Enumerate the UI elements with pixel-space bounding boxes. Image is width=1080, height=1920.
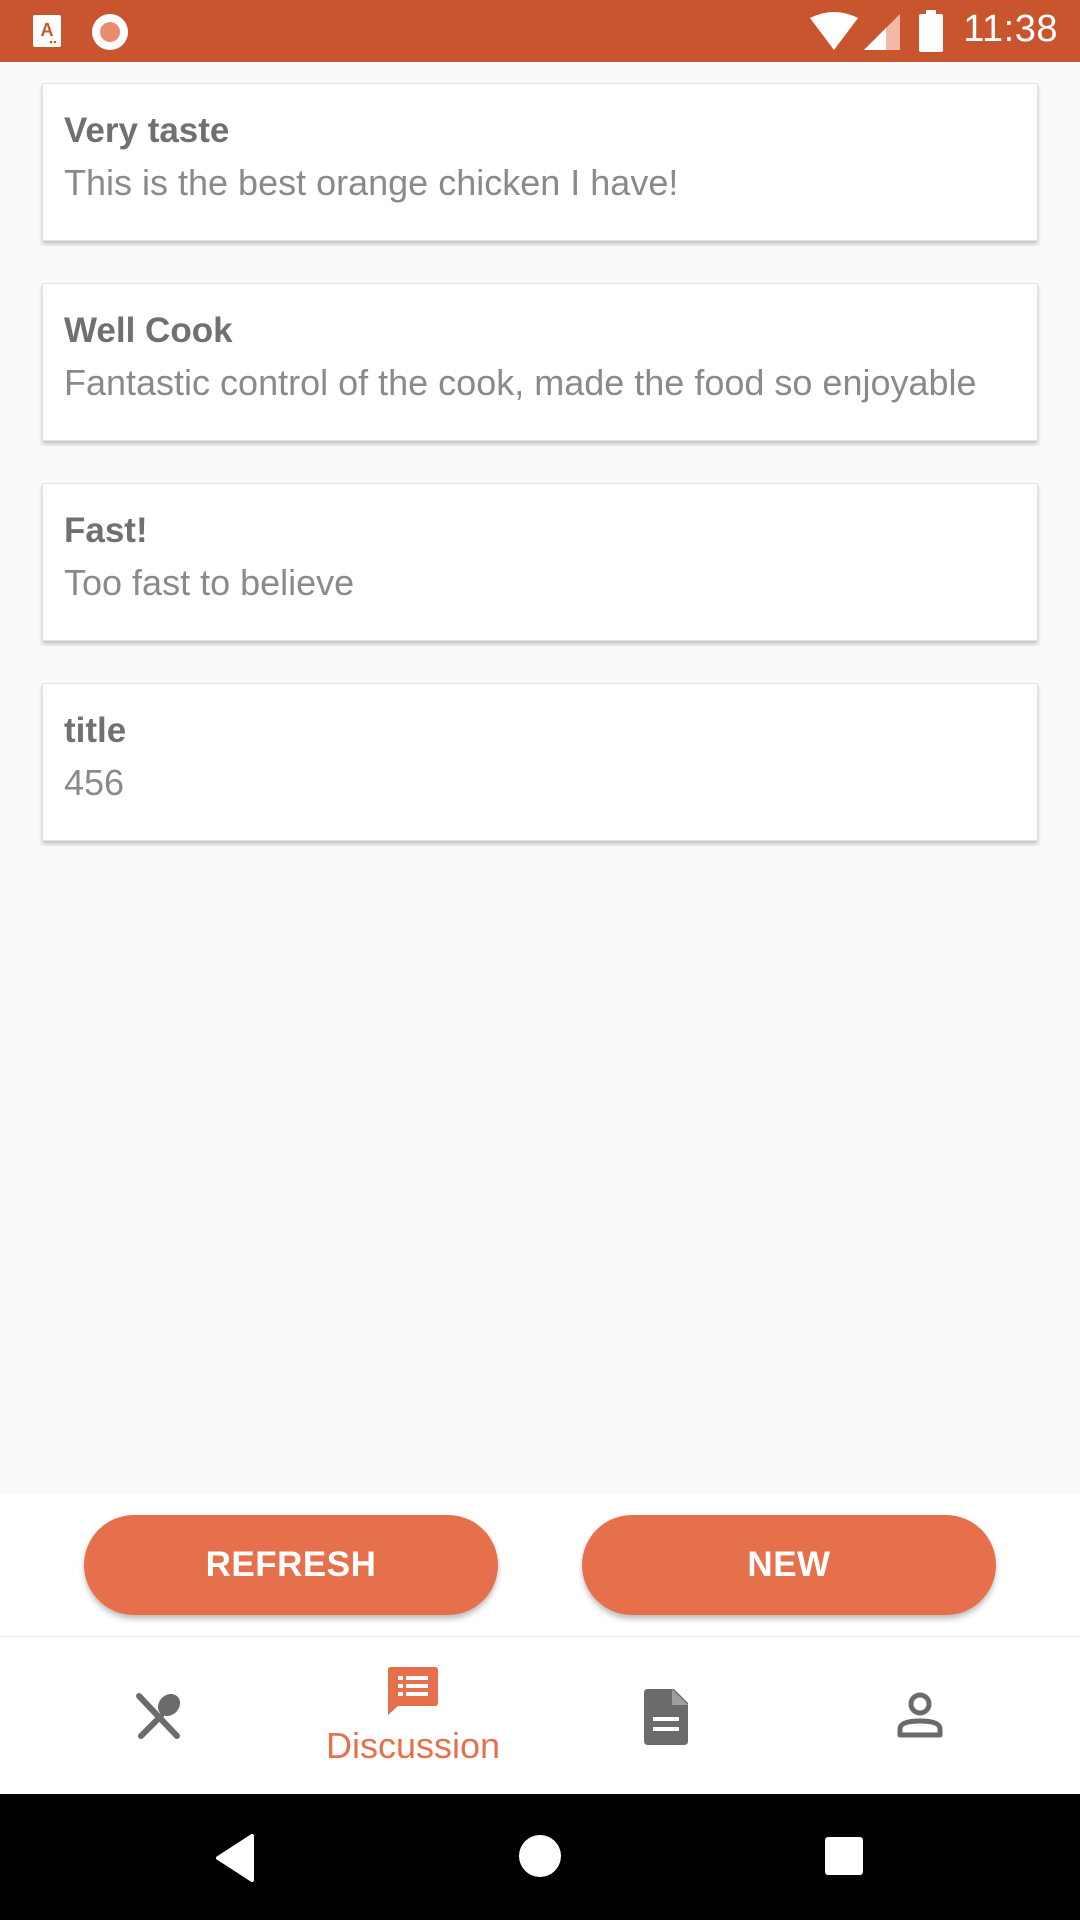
- review-card[interactable]: Very taste This is the best orange chick…: [42, 83, 1038, 241]
- nav-item-documents[interactable]: [531, 1637, 801, 1795]
- review-body: Fantastic control of the cook, made the …: [64, 362, 977, 403]
- profile-icon: [897, 1692, 943, 1738]
- action-bar: REFRESH NEW: [0, 1494, 1080, 1635]
- svg-text:A: A: [41, 20, 54, 40]
- app-a-notification-icon: A: [33, 15, 61, 47]
- review-title: Very taste: [64, 111, 230, 150]
- home-icon[interactable]: [518, 1834, 562, 1878]
- nav-item-profile[interactable]: [784, 1637, 1054, 1795]
- record-notification-icon: [92, 14, 128, 50]
- review-body: This is the best orange chicken I have!: [64, 162, 679, 203]
- review-title: title: [64, 711, 127, 750]
- status-bar: A 11:38: [0, 0, 1080, 62]
- discussion-icon: [388, 1667, 438, 1715]
- review-title: Fast!: [64, 511, 148, 550]
- review-body: 456: [64, 762, 125, 803]
- back-icon[interactable]: [214, 1834, 256, 1882]
- recents-icon[interactable]: [824, 1836, 864, 1876]
- document-icon: [644, 1689, 688, 1745]
- status-clock: 11:38: [963, 8, 1058, 50]
- app-screen: A 11:38 Very taste This is the best oran…: [0, 0, 1080, 1920]
- nav-item-discussion[interactable]: Discussion: [278, 1637, 548, 1795]
- fork-spoon-icon: [136, 1693, 181, 1739]
- battery-icon: [919, 10, 943, 52]
- review-body: Too fast to believe: [64, 562, 355, 603]
- bottom-navigation: Discussion: [0, 1636, 1080, 1794]
- review-card[interactable]: Fast! Too fast to believe: [42, 483, 1038, 641]
- review-list: Very taste This is the best orange chick…: [0, 62, 1080, 1494]
- nav-label-discussion: Discussion: [325, 1725, 501, 1766]
- system-navigation-bar: [0, 1794, 1080, 1920]
- nav-item-menu[interactable]: [25, 1637, 295, 1795]
- new-button[interactable]: NEW: [582, 1515, 996, 1615]
- wifi-icon: [810, 12, 858, 50]
- review-card[interactable]: title 456: [42, 683, 1038, 841]
- refresh-button[interactable]: REFRESH: [84, 1515, 498, 1615]
- signal-icon: [864, 14, 900, 50]
- review-title: Well Cook: [64, 311, 233, 350]
- review-card[interactable]: Well Cook Fantastic control of the cook,…: [42, 283, 1038, 441]
